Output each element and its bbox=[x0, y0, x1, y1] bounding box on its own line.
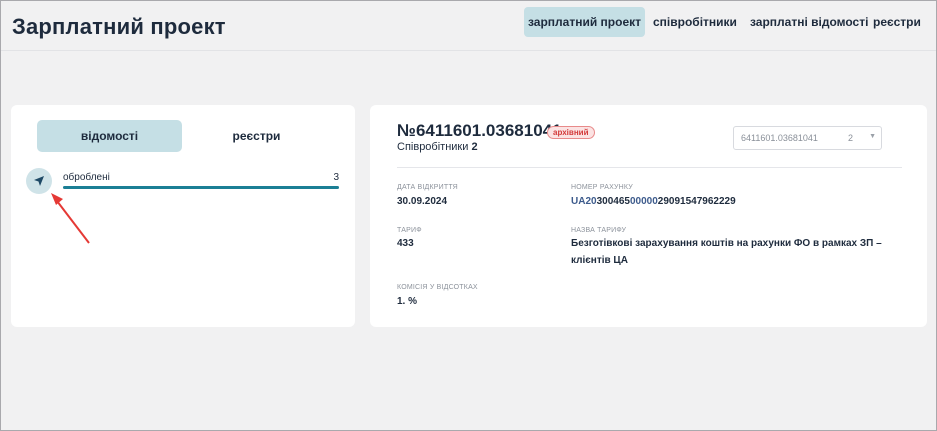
employees-count: 2 bbox=[471, 141, 478, 153]
chevron-down-icon: ▼ bbox=[869, 133, 876, 140]
tab-salary-project[interactable]: зарплатний проект bbox=[524, 7, 645, 37]
account-number: UA203004650000029091547962229 bbox=[571, 193, 736, 210]
tariff-name-line1: Безготівкові зарахування коштів на рахун… bbox=[571, 238, 882, 249]
divider bbox=[397, 167, 902, 168]
open-date-label: ДАТА ВІДКРИТТЯ bbox=[397, 184, 458, 191]
commission-value: 1. % bbox=[397, 296, 418, 307]
tab-salary-statements[interactable]: зарплатні відомості bbox=[750, 7, 868, 37]
tab-registers[interactable]: реєстри bbox=[873, 7, 921, 37]
account-part-4: 29091547962229 bbox=[657, 196, 736, 207]
open-date-value: 30.09.2024 bbox=[397, 196, 448, 207]
segment-statements[interactable]: відомості bbox=[37, 120, 182, 152]
account-part-2: 300465 bbox=[596, 196, 630, 207]
employees-label: Співробітники bbox=[397, 141, 469, 153]
paper-plane-icon[interactable] bbox=[26, 168, 52, 194]
tariff-name-label: НАЗВА ТАРИФУ bbox=[571, 227, 627, 234]
processed-label[interactable]: оброблені bbox=[63, 172, 110, 183]
processed-count: 3 bbox=[333, 172, 339, 183]
status-badge: архівний bbox=[547, 126, 595, 139]
statement-select-count: 2 bbox=[848, 133, 854, 143]
account-part-1: UA20 bbox=[571, 196, 597, 207]
account-part-3: 00000 bbox=[629, 196, 658, 207]
tariff-value: 433 bbox=[397, 238, 414, 249]
statement-select[interactable]: 6411601.03681041 2 ▼ bbox=[733, 126, 882, 150]
statement-select-value: 6411601.03681041 bbox=[741, 133, 818, 143]
segment-registers[interactable]: реєстри bbox=[184, 120, 329, 152]
tariff-label: ТАРИФ bbox=[397, 227, 422, 234]
statements-panel: відомості реєстри оброблені 3 bbox=[11, 105, 355, 327]
commission-label: КОМІСІЯ У ВІДСОТКАХ bbox=[397, 284, 478, 291]
statement-details: №6411601.03681041 архівний Співробітники… bbox=[370, 105, 927, 327]
processed-progress-bar bbox=[63, 186, 339, 189]
page-title: Зарплатний проект bbox=[12, 14, 226, 39]
tariff-name-line2: клієнтів ЦА bbox=[571, 255, 628, 266]
page-header: Зарплатний проект зарплатний проект спів… bbox=[1, 1, 936, 51]
statement-number: №6411601.03681041 bbox=[397, 121, 562, 140]
tab-employees[interactable]: співробітники bbox=[653, 7, 737, 37]
account-label: НОМЕР РАХУНКУ bbox=[571, 184, 633, 191]
employees-info: Співробітники 2 bbox=[397, 141, 478, 153]
processed-progress-fill bbox=[63, 186, 339, 189]
